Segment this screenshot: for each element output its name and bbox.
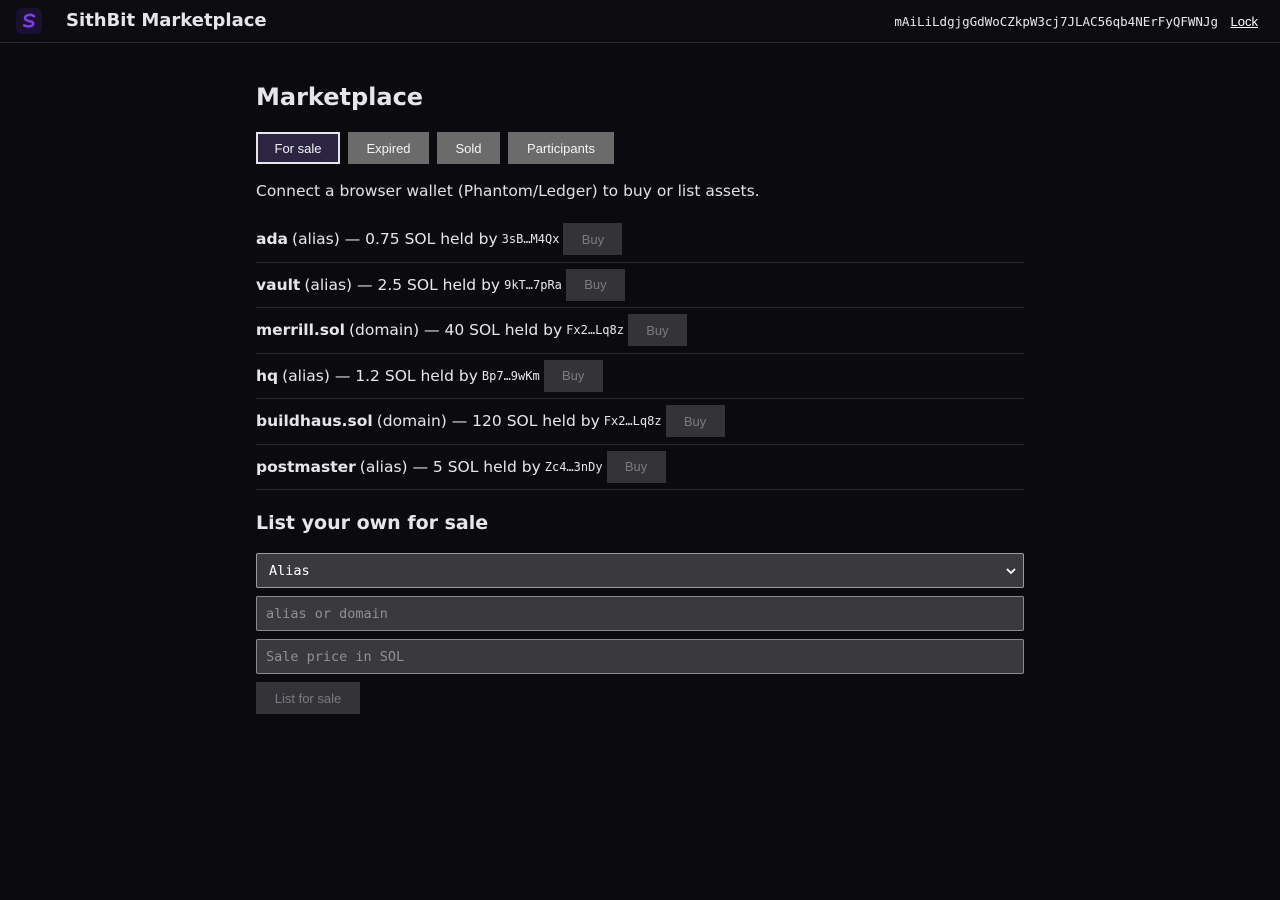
buy-button[interactable]: Buy	[565, 268, 625, 301]
listing-detail: (alias) — 2.5 SOL held by	[304, 275, 501, 294]
listing-holder: 9kT…7pRa	[504, 277, 562, 292]
list-for-sale-button[interactable]: List for sale	[256, 682, 360, 714]
listing-holder: Bp7…9wKm	[481, 368, 540, 383]
listing-detail: (alias) — 1.2 SOL held by	[282, 366, 478, 385]
app-title: SithBit Marketplace	[66, 10, 267, 31]
listings-list: ada (alias) — 0.75 SOL held by 3sB…M4Qx …	[256, 217, 1024, 490]
listing-item: hq (alias) — 1.2 SOL held by Bp7…9wKm Bu…	[256, 354, 1024, 399]
listing-item: postmaster (alias) — 5 SOL held by Zc4…3…	[256, 445, 1024, 490]
tab-sold[interactable]: Sold	[437, 132, 500, 164]
top-bar: SithBit Marketplace mAiLiLdgjgGdWoCZkpW3…	[0, 0, 1280, 43]
asset-type-select-value: Alias	[269, 562, 310, 579]
listing-name: hq	[256, 366, 279, 385]
buy-button[interactable]: Buy	[543, 359, 603, 392]
lock-link[interactable]: Lock	[1231, 14, 1258, 30]
buy-button[interactable]: Buy	[665, 405, 725, 438]
list-form-title: List your own for sale	[256, 512, 489, 534]
listing-detail: (alias) — 0.75 SOL held by	[292, 230, 498, 249]
listing-detail: (domain) — 40 SOL held by	[348, 321, 563, 340]
buy-button[interactable]: Buy	[563, 223, 623, 256]
page-title: Marketplace	[256, 83, 424, 111]
tab-bar: For sale Expired Sold Participants	[256, 132, 614, 164]
listing-holder: Zc4…3nDy	[544, 459, 603, 474]
listing-name: vault	[256, 275, 301, 294]
listing-item: vault (alias) — 2.5 SOL held by 9kT…7pRa…	[256, 263, 1024, 308]
asset-type-select[interactable]: Alias	[256, 553, 1024, 588]
listing-detail: (alias) — 5 SOL held by	[359, 457, 541, 476]
chevron-down-icon	[1006, 568, 1016, 575]
listing-name: ada	[256, 230, 289, 249]
listing-holder: 3sB…M4Qx	[501, 232, 560, 247]
tab-expired[interactable]: Expired	[348, 132, 429, 164]
listing-name: buildhaus.sol	[256, 412, 373, 431]
buy-button[interactable]: Buy	[627, 314, 687, 347]
listing-detail: (domain) — 120 SOL held by	[376, 412, 600, 431]
listing-name: postmaster	[256, 457, 356, 476]
listing-name: merrill.sol	[256, 321, 345, 340]
listing-holder: Fx2…Lq8z	[603, 414, 662, 429]
alias-or-domain-input[interactable]	[256, 596, 1024, 631]
sale-price-input[interactable]	[256, 639, 1024, 674]
wallet-address: mAiLiLdgjgGdWoCZkpW3cj7JLAC56qb4NErFyQFW…	[894, 14, 1218, 29]
listing-item: ada (alias) — 0.75 SOL held by 3sB…M4Qx …	[256, 217, 1024, 263]
sithbit-logo-icon	[16, 8, 42, 34]
listing-item: buildhaus.sol (domain) — 120 SOL held by…	[256, 399, 1024, 445]
buy-button[interactable]: Buy	[606, 450, 666, 483]
tab-participants[interactable]: Participants	[508, 132, 614, 164]
wallet-notice: Connect a browser wallet (Phantom/Ledger…	[256, 182, 760, 200]
tab-for-sale[interactable]: For sale	[256, 132, 340, 164]
listing-item: merrill.sol (domain) — 40 SOL held by Fx…	[256, 308, 1024, 354]
listing-holder: Fx2…Lq8z	[566, 323, 624, 338]
